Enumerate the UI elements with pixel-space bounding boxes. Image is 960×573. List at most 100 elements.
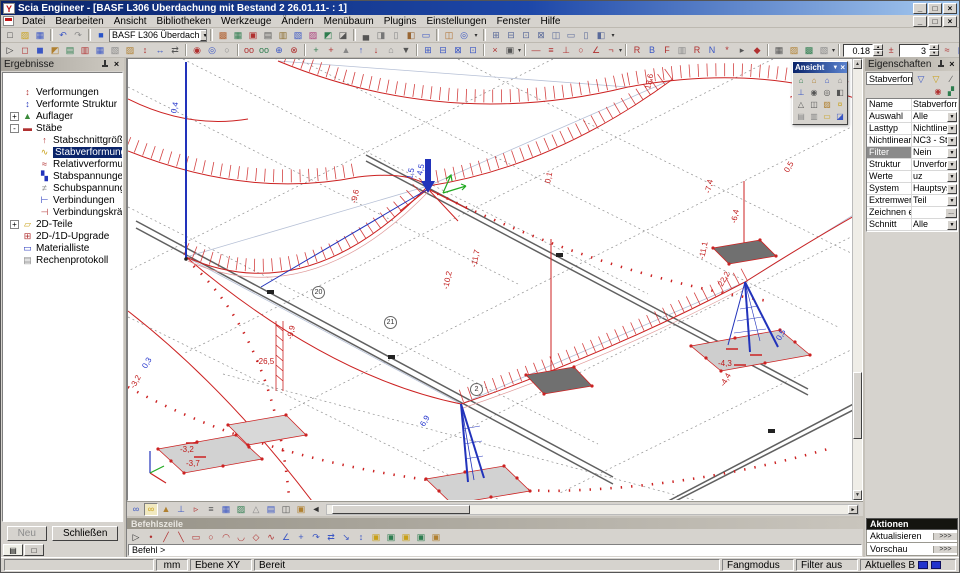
zoom-out-icon[interactable]: ◎ — [821, 87, 833, 98]
window-single-icon[interactable]: ⊞ — [489, 29, 503, 42]
action-preview-button[interactable]: >>> — [933, 546, 957, 553]
menu-item-bibliotheken[interactable]: Bibliotheken — [152, 16, 216, 27]
status-plane[interactable]: Ebene XY — [190, 559, 252, 571]
find-icon[interactable]: ◎ — [457, 29, 471, 42]
new-button[interactable]: Neu — [7, 526, 47, 541]
zoom-in-icon[interactable]: ◉ — [808, 87, 820, 98]
tree-item-verformungen[interactable]: ↕Verformungen — [3, 86, 122, 98]
snap-icon[interactable]: ◉ — [190, 44, 204, 57]
toolbar-more-arrow[interactable]: ▾ — [609, 32, 617, 39]
edit-icon[interactable]: ∕ — [944, 72, 958, 85]
chevron-down-icon[interactable]: ▼ — [200, 30, 207, 41]
spin-down-icon[interactable]: ▼ — [929, 50, 939, 56]
chevron-down-icon[interactable]: ▼ — [947, 148, 957, 158]
page-setup-icon[interactable]: ▯ — [389, 29, 403, 42]
filter-icon[interactable]: ▽ — [929, 72, 943, 85]
clip-copy-icon[interactable]: ⊞ — [421, 44, 435, 57]
chevron-down-icon[interactable]: ▼ — [947, 112, 957, 122]
chevron-down-icon[interactable]: ▼ — [947, 184, 957, 194]
chevron-down-icon[interactable]: ▼ — [832, 65, 838, 71]
menu-item-werkzeuge[interactable]: Werkzeuge — [216, 16, 276, 27]
hinge-icon[interactable]: ⌂ — [384, 44, 398, 57]
zoom-window-icon[interactable]: ◧ — [834, 87, 846, 98]
toolbar-more-arrow[interactable]: ▾ — [518, 47, 521, 54]
chart-icon[interactable]: ▨ — [306, 29, 320, 42]
clip-cut-icon[interactable]: ⊟ — [436, 44, 450, 57]
chain2-icon[interactable]: oo — [257, 44, 271, 57]
chevron-down-icon[interactable]: ▼ — [947, 124, 957, 134]
spline-tool-icon[interactable]: ∿ — [264, 530, 278, 543]
doc-minimize-button[interactable]: _ — [913, 16, 927, 27]
beam2-tool-icon[interactable]: ╲ — [174, 530, 188, 543]
support-view-icon[interactable]: ▲ — [159, 503, 173, 516]
view-x-icon[interactable]: ⌂ — [808, 75, 820, 86]
swap-icon[interactable]: ⇄ — [168, 44, 182, 57]
count-spinner[interactable]: 3 ▲▼ — [899, 44, 939, 57]
open-icon[interactable]: ▨ — [18, 29, 32, 42]
delete-member-icon[interactable]: + — [324, 44, 338, 57]
bending-icon[interactable]: B — [645, 44, 659, 57]
render-options-icon[interactable]: ▩ — [802, 44, 816, 57]
chain-icon[interactable]: oo — [242, 44, 256, 57]
ansicht-palette-title[interactable]: Ansicht ▼ × — [793, 62, 847, 73]
chevron-down-icon[interactable]: ▼ — [947, 196, 957, 206]
add-member-icon[interactable]: + — [309, 44, 323, 57]
print-icon[interactable]: ▄ — [359, 29, 373, 42]
properties-combo[interactable]: Stabverformun ▼ — [866, 72, 913, 85]
view-iso-icon[interactable]: ⌂ — [795, 75, 807, 86]
grid-snap-icon[interactable]: ○ — [220, 44, 234, 57]
property-row-schnitt[interactable]: SchnittAlle▼ — [867, 219, 957, 231]
node-tool-icon[interactable]: • — [144, 530, 158, 543]
move-vertical-icon[interactable]: ↕ — [138, 44, 152, 57]
ucs-icon[interactable]: ⊥ — [795, 87, 807, 98]
undo-icon[interactable]: ↶ — [56, 29, 70, 42]
property-row-extremwerte[interactable]: ExtremwerteTeil▼ — [867, 195, 957, 207]
add-node-icon[interactable]: ⊕ — [272, 44, 286, 57]
clip-box-icon[interactable]: ▨ — [821, 99, 833, 110]
save-icon[interactable]: ▦ — [33, 29, 47, 42]
numbering-icon[interactable]: ▤ — [264, 503, 278, 516]
scale-spinner-value[interactable]: 0.18 — [843, 44, 873, 57]
toolbar-more-arrow[interactable]: ▾ — [832, 47, 835, 54]
view-settings-icon[interactable]: ▣ — [294, 503, 308, 516]
vscroll-thumb[interactable] — [853, 372, 862, 439]
beam-tool-icon[interactable]: ╱ — [159, 530, 173, 543]
light-icon[interactable]: ¤ — [834, 99, 846, 110]
close-button[interactable]: × — [943, 3, 957, 14]
scroll-right-icon[interactable]: ► — [848, 505, 858, 514]
diagram-icon[interactable]: ▞ — [945, 86, 957, 97]
reaction-icon[interactable]: R — [630, 44, 644, 57]
vertical-scrollbar[interactable]: ▲ ▼ — [852, 59, 862, 500]
close-icon[interactable]: × — [112, 60, 121, 69]
background-icon[interactable]: ▭ — [821, 111, 833, 122]
filter-down-icon[interactable]: ▽ — [914, 72, 928, 85]
select-icon[interactable]: ▷ — [3, 44, 17, 57]
property-row-struktur[interactable]: StrukturUnverformt▼ — [867, 159, 957, 171]
bind3-icon[interactable]: ▣ — [399, 530, 413, 543]
menu-item-datei[interactable]: Datei — [17, 16, 50, 27]
menu-item-einstellungen[interactable]: Einstellungen — [422, 16, 492, 27]
tree-item-verbindungskräfte[interactable]: ⊣Verbindungskräfte — [3, 206, 122, 218]
new-icon[interactable]: □ — [3, 29, 17, 42]
command-input[interactable]: Befehl > — [128, 544, 862, 556]
tree-item-materialliste[interactable]: ▭Materialliste — [3, 242, 122, 254]
multiline-icon[interactable]: ≡ — [544, 44, 558, 57]
window-cascade-icon[interactable]: ⊠ — [534, 29, 548, 42]
close-panel-button[interactable]: Schließen — [52, 526, 118, 541]
drop-icon[interactable]: ▼ — [399, 44, 413, 57]
move-tool-icon[interactable]: + — [294, 530, 308, 543]
command-line-title[interactable]: Befehlszeile — [127, 518, 863, 529]
ansicht-palette[interactable]: Ansicht ▼ × ⌂⌂⌂⌂⊥◉◎◧△◫▨¤▤▥▭◪ — [792, 61, 848, 125]
circle-tool-icon[interactable]: ○ — [204, 530, 218, 543]
star-icon[interactable]: * — [720, 44, 734, 57]
normal-force-icon[interactable]: N — [705, 44, 719, 57]
force-icon[interactable]: F — [660, 44, 674, 57]
dimension-view-icon[interactable]: ≡ — [204, 503, 218, 516]
clip-special-icon[interactable]: ⊡ — [466, 44, 480, 57]
bind5-icon[interactable]: ▣ — [429, 530, 443, 543]
chevron-down-icon[interactable]: ▼ — [947, 136, 957, 146]
status-filter[interactable]: Filter aus — [796, 559, 858, 571]
tree-item-relativverformung[interactable]: ≈Relativverformung — [3, 158, 122, 170]
tree-expander-icon[interactable]: - — [10, 124, 19, 133]
status-snap-mode[interactable]: Fangmodus — [722, 559, 794, 571]
